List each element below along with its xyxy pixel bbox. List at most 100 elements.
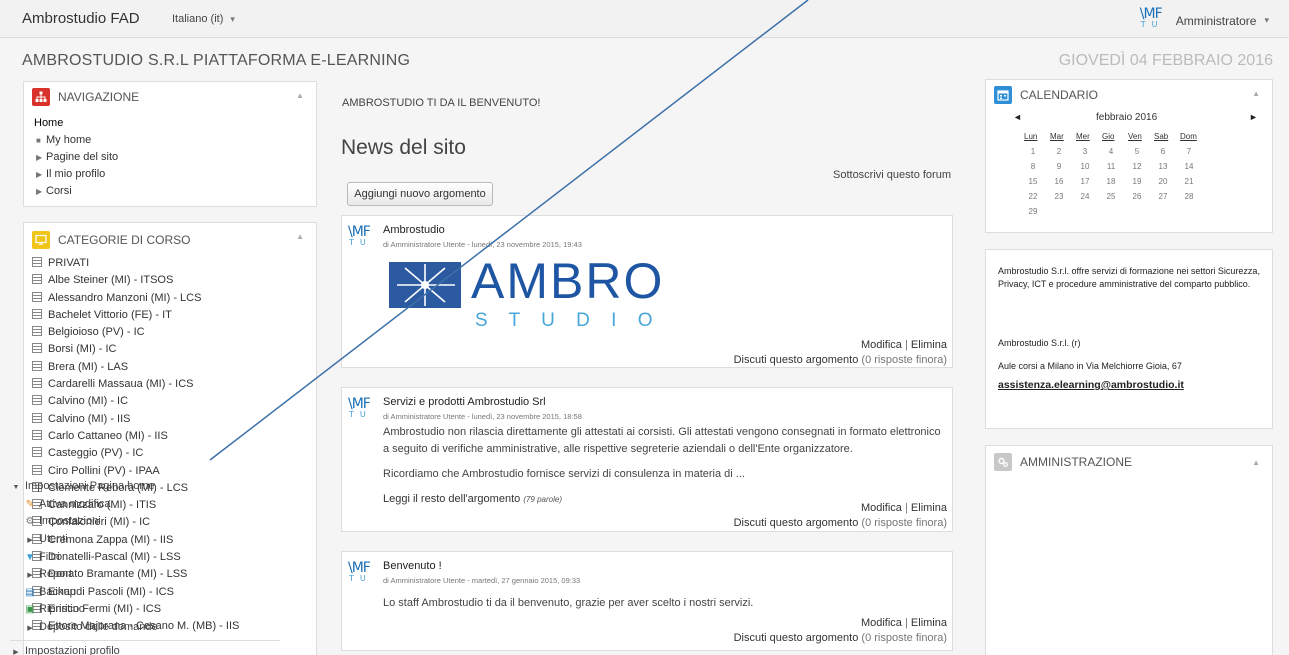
category-item[interactable]: Bachelet Vittorio (FE) - IT <box>32 307 308 324</box>
calendar-block-header[interactable]: CALENDARIO ▲ <box>986 80 1272 110</box>
calendar-day[interactable]: 22 <box>1025 192 1041 201</box>
caret-down-icon: ▾ <box>1264 15 1269 25</box>
post-discuss: Discuti questo argomento (0 risposte fin… <box>734 354 947 366</box>
user-menu[interactable]: \MF TU Amministratore ▾ <box>1140 7 1269 29</box>
calendar-day[interactable]: 1 <box>1025 147 1041 156</box>
calendar-day[interactable]: 8 <box>1025 162 1041 171</box>
collapse-icon[interactable]: ▲ <box>1252 458 1260 467</box>
calendar-day[interactable]: 27 <box>1155 192 1171 201</box>
calendar-day[interactable]: 3 <box>1077 147 1093 156</box>
calendar-day[interactable]: 21 <box>1181 177 1197 186</box>
category-item[interactable]: Borsi (MI) - IC <box>32 341 308 358</box>
navigation-block-header[interactable]: NAVIGAZIONE ▲ <box>24 82 316 112</box>
forum-post: \MF TU Servizi e prodotti Ambrostudio Srl… <box>341 387 953 532</box>
collapse-icon[interactable]: ▲ <box>296 232 304 241</box>
nav-home-link[interactable]: Home <box>34 115 306 132</box>
backup-icon: ▤ <box>25 587 35 599</box>
admin-item-label: Impostazioni Pagina home <box>25 480 155 492</box>
discuss-topic-link[interactable]: Discuti questo argomento <box>734 517 859 529</box>
category-icon <box>32 343 42 354</box>
calendar-day[interactable]: 12 <box>1129 162 1145 171</box>
delete-post-link[interactable]: Elimina <box>911 502 947 514</box>
post-subject: Benvenuto ! <box>383 560 442 572</box>
admin-block-header[interactable]: AMMINISTRAZIONE ▲ <box>986 446 1272 478</box>
calendar-day[interactable]: 20 <box>1155 177 1171 186</box>
category-item[interactable]: Carlo Cattaneo (MI) - IIS <box>32 428 308 445</box>
category-label: Casteggio (PV) - IC <box>48 447 144 460</box>
add-topic-button[interactable]: Aggiungi nuovo argomento <box>347 182 493 206</box>
calendar-day[interactable]: 24 <box>1077 192 1093 201</box>
discuss-topic-link[interactable]: Discuti questo argomento <box>734 354 859 366</box>
calendar-day[interactable]: 9 <box>1051 162 1067 171</box>
category-icon <box>32 429 42 440</box>
calendar-day[interactable]: 19 <box>1129 177 1145 186</box>
admin-item[interactable]: ▶ Utenti <box>10 531 280 549</box>
admin-item[interactable]: ⚙ Impostazioni <box>10 513 280 530</box>
site-brand-link[interactable]: Ambrostudio FAD <box>22 10 140 27</box>
calendar-day[interactable]: 23 <box>1051 192 1067 201</box>
category-item[interactable]: Casteggio (PV) - IC <box>32 445 308 462</box>
nav-item-courses[interactable]: ▶ Corsi <box>34 183 306 200</box>
calendar-day[interactable]: 11 <box>1103 162 1119 171</box>
calendar-day[interactable]: 18 <box>1103 177 1119 186</box>
calendar-day[interactable]: 5 <box>1129 147 1145 156</box>
calendar-day[interactable]: 10 <box>1077 162 1093 171</box>
discuss-topic-link[interactable]: Discuti questo argomento <box>734 632 859 644</box>
calendar-day[interactable]: 7 <box>1181 147 1197 156</box>
post-author: di Amministratore Utente - lunedì, 23 no… <box>383 240 582 249</box>
read-more-link[interactable]: Leggi il resto dell'argomento <box>383 493 520 505</box>
prev-month-button[interactable]: ◄ <box>1013 112 1022 122</box>
next-month-button[interactable]: ► <box>1249 112 1258 122</box>
calendar-day[interactable]: 25 <box>1103 192 1119 201</box>
nav-item-my-profile[interactable]: ▶ Il mio profilo <box>34 166 306 183</box>
ambrostudio-logo: AMBRO S T U D I O <box>389 253 662 331</box>
admin-item[interactable]: ▶ Deposito delle domande <box>10 619 280 637</box>
admin-item[interactable]: ▣ Ripristino <box>10 601 280 618</box>
author-avatar-icon: \MF TU <box>348 396 372 419</box>
delete-post-link[interactable]: Elimina <box>911 617 947 629</box>
collapse-icon[interactable]: ▲ <box>1252 89 1260 98</box>
subscribe-forum-link[interactable]: Sottoscrivi questo forum <box>833 169 951 181</box>
category-item[interactable]: PRIVATI <box>32 255 308 272</box>
nav-item-my-home[interactable]: ■ My home <box>34 132 306 149</box>
nav-item-site-pages[interactable]: ▶ Pagine del sito <box>34 149 306 166</box>
admin-item[interactable]: ▶ Impostazioni profilo <box>10 643 280 655</box>
category-item[interactable]: Cardarelli Massaua (MI) - ICS <box>32 376 308 393</box>
calendar-day[interactable]: 15 <box>1025 177 1041 186</box>
calendar-day[interactable]: 17 <box>1077 177 1093 186</box>
categories-block-title: CATEGORIE DI CORSO <box>58 233 191 247</box>
calendar-day[interactable]: 6 <box>1155 147 1171 156</box>
calendar-block: CALENDARIO ▲ ◄ febbraio 2016 ► Lun Mar Mer… <box>985 79 1273 233</box>
calendar-day[interactable]: 4 <box>1103 147 1119 156</box>
category-item[interactable]: Calvino (MI) - IIS <box>32 411 308 428</box>
calendar-day[interactable]: 28 <box>1181 192 1197 201</box>
collapse-icon[interactable]: ▲ <box>296 91 304 100</box>
edit-post-link[interactable]: Modifica <box>861 502 902 514</box>
category-item[interactable]: Albe Steiner (MI) - ITSOS <box>32 272 308 289</box>
category-item[interactable]: Alessandro Manzoni (MI) - LCS <box>32 290 308 307</box>
calendar-day[interactable]: 2 <box>1051 147 1067 156</box>
edit-post-link[interactable]: Modifica <box>861 339 902 351</box>
calendar-day[interactable]: 14 <box>1181 162 1197 171</box>
delete-post-link[interactable]: Elimina <box>911 339 947 351</box>
category-label: Brera (MI) - LAS <box>48 360 129 373</box>
calendar-day[interactable]: 26 <box>1129 192 1145 201</box>
edit-post-link[interactable]: Modifica <box>861 617 902 629</box>
categories-block-header[interactable]: CATEGORIE DI CORSO ▲ <box>24 225 316 255</box>
admin-item[interactable]: ▶ Report <box>10 566 280 584</box>
calendar-day[interactable]: 16 <box>1051 177 1067 186</box>
category-label: Cardarelli Massaua (MI) - ICS <box>48 378 194 391</box>
language-menu[interactable]: Italiano (it) ▾ <box>172 13 235 25</box>
calendar-day[interactable]: 13 <box>1155 162 1171 171</box>
category-item[interactable]: Calvino (MI) - IC <box>32 393 308 410</box>
support-email-link[interactable]: assistenza.elearning@ambrostudio.it <box>998 379 1263 392</box>
navigation-block: NAVIGAZIONE ▲ Home ■ My home ▶ Pagine del … <box>23 81 317 207</box>
category-item[interactable]: Belgioioso (PV) - IC <box>32 324 308 341</box>
admin-item[interactable]: ✎ Attiva modifica <box>10 496 280 513</box>
admin-item[interactable]: ▼ Impostazioni Pagina home <box>10 478 280 496</box>
admin-item[interactable]: ▼ Filtri <box>10 549 280 566</box>
post-discuss: Discuti questo argomento (0 risposte fin… <box>734 632 947 644</box>
calendar-day[interactable]: 29 <box>1025 207 1041 216</box>
category-item[interactable]: Brera (MI) - LAS <box>32 359 308 376</box>
admin-item[interactable]: ▤ Backup <box>10 584 280 601</box>
